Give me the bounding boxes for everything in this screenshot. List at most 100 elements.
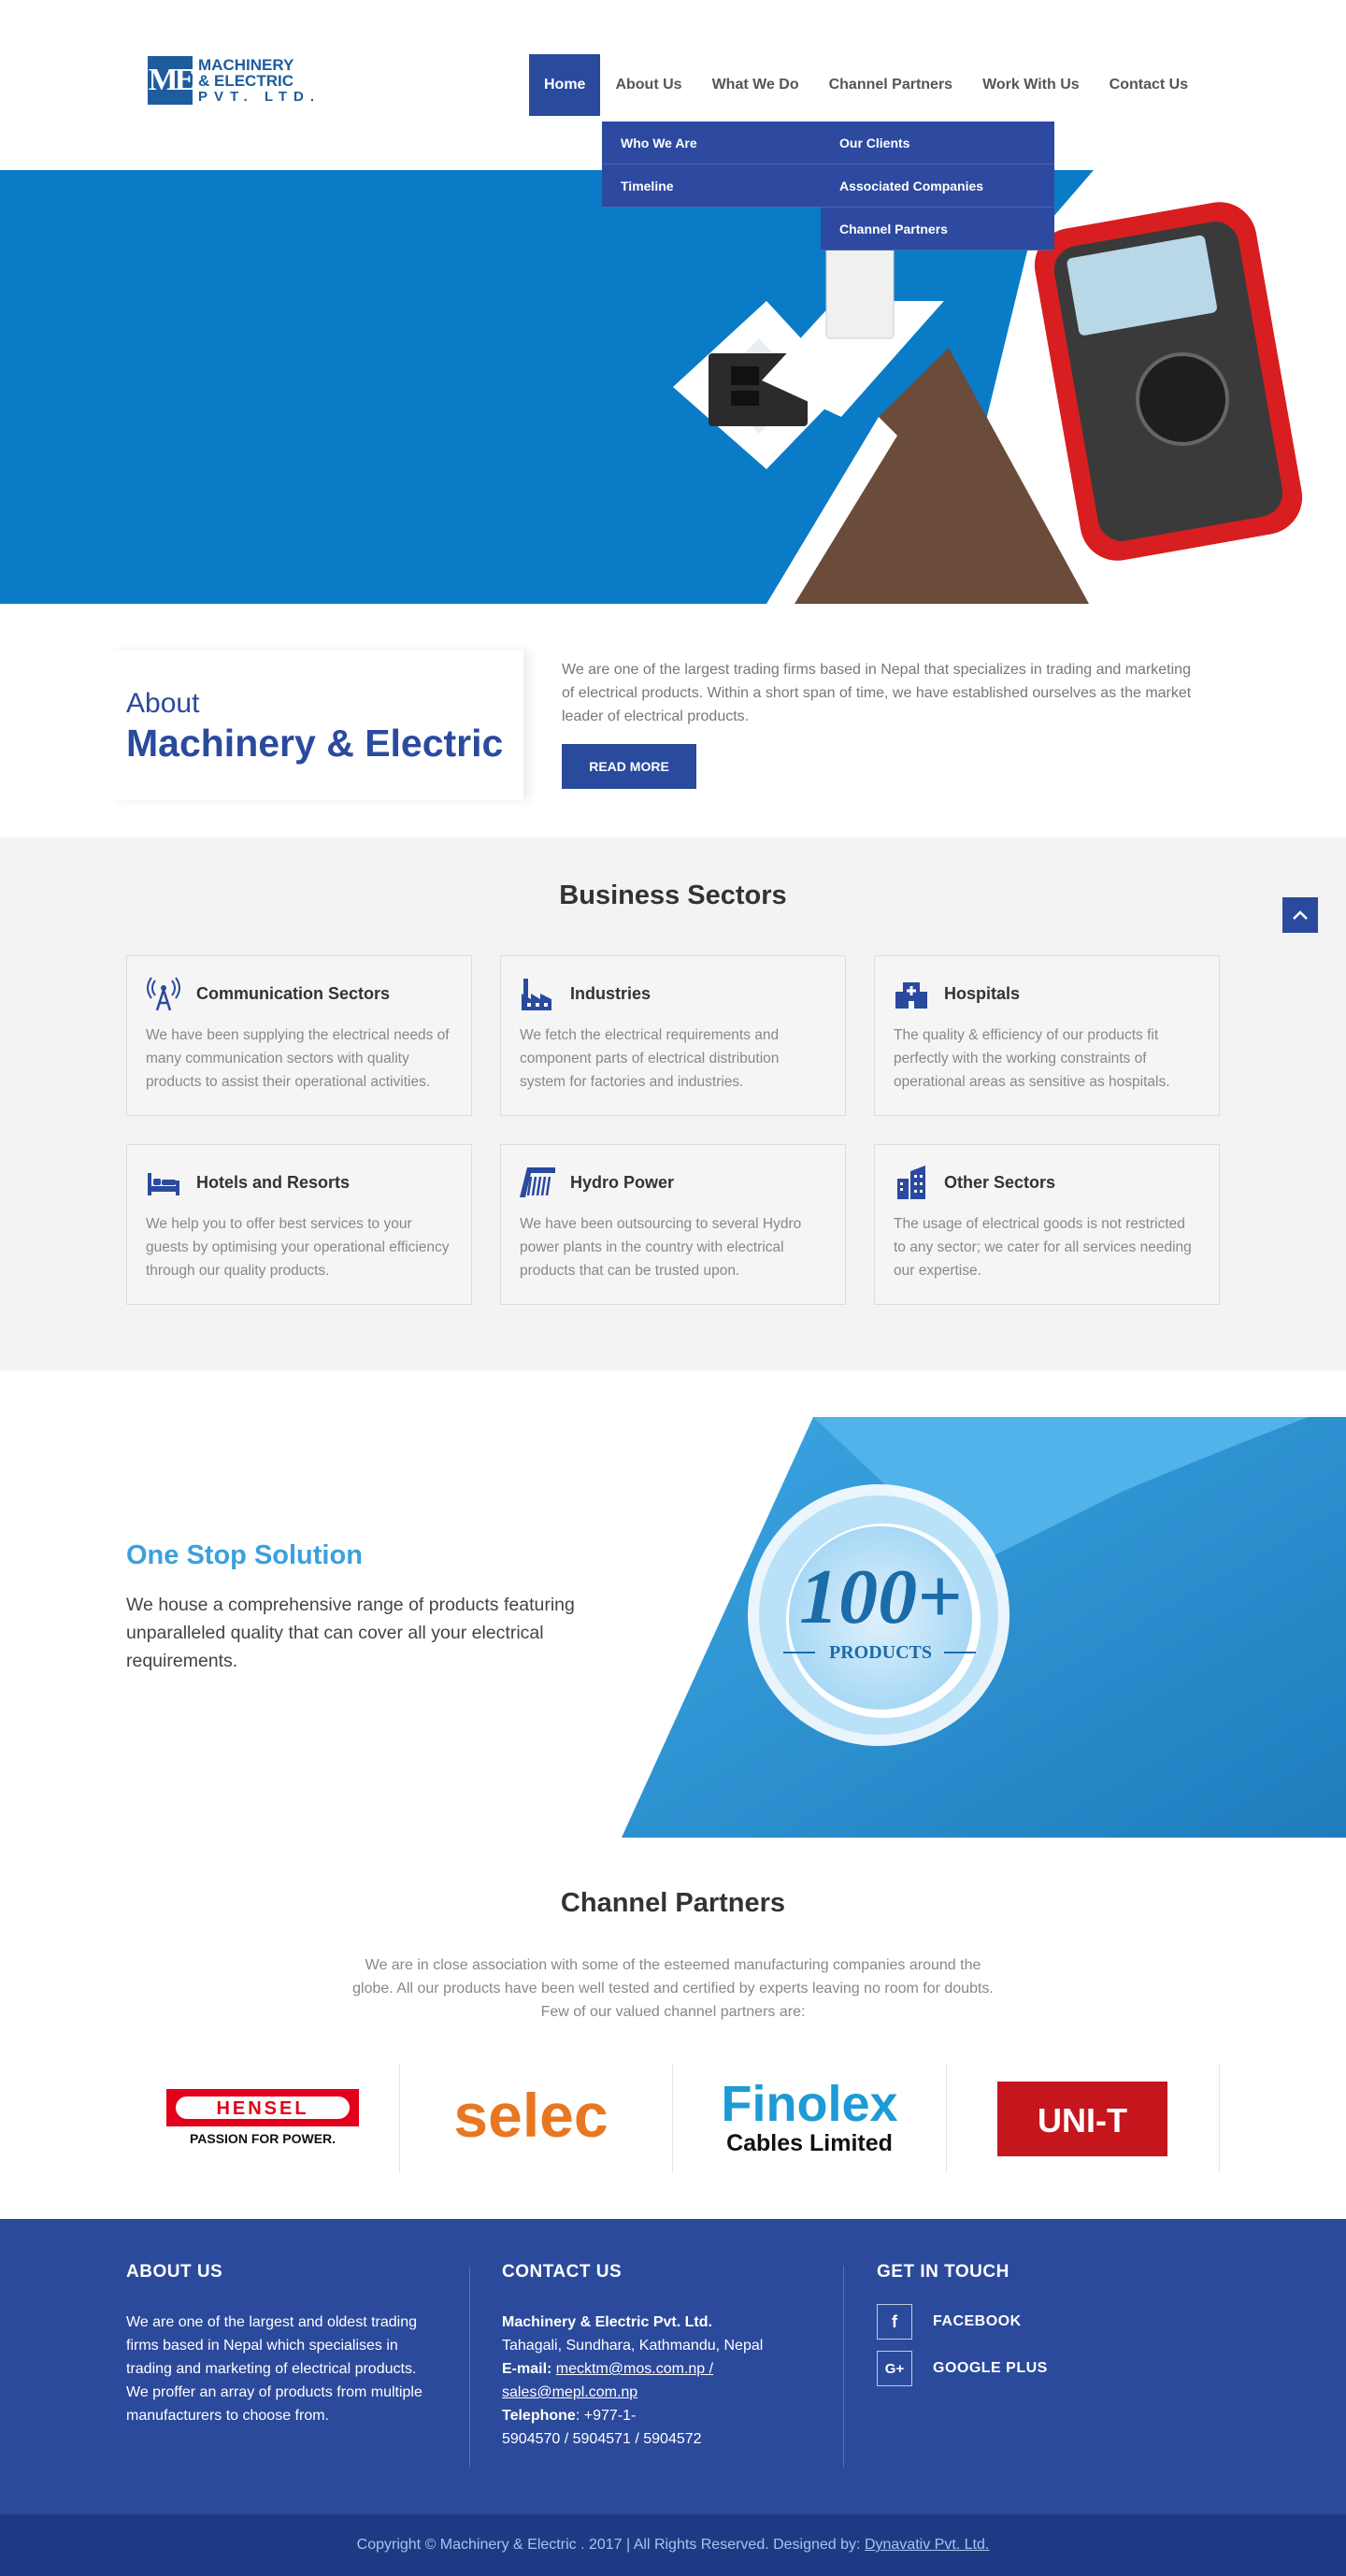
partner-logos: HENSEL PASSION FOR POWER. selec Finolex …	[126, 2064, 1220, 2172]
hero-banner	[0, 170, 1346, 604]
multimeter-dial	[1136, 352, 1229, 446]
sector-title: Industries	[570, 983, 652, 1003]
sector-title: Other Sectors	[944, 1172, 1056, 1192]
building-icon	[897, 1166, 925, 1199]
logo-line-3: PVT. LTD.	[198, 88, 322, 105]
email-link-2[interactable]: sales@mepl.com.np	[502, 2381, 801, 2404]
facebook-label: FACEBOOK	[933, 2313, 1022, 2329]
svg-text:PASSION FOR POWER.: PASSION FOR POWER.	[190, 2131, 336, 2146]
dam-icon	[520, 1167, 555, 1197]
factory-icon	[522, 979, 551, 1010]
sector-text: We have been supplying the electrical ne…	[146, 1027, 450, 1090]
google-plus-icon: G+	[877, 2351, 912, 2386]
business-sectors-section: Business Sectors Communication Sectors W…	[0, 837, 1346, 1370]
logo-text: MACHINERY & ELECTRIC PVT. LTD.	[198, 57, 321, 105]
phone-prefix: : +977-1-	[575, 2408, 637, 2424]
selec-logo: selec	[454, 2081, 609, 2150]
svg-text:Cables Limited: Cables Limited	[726, 2130, 893, 2156]
partners-title: Channel Partners	[560, 1888, 786, 1918]
sector-card-hotels[interactable]: Hotels and Resorts We help you to offer …	[126, 1144, 472, 1305]
main-nav: Home About Us What We Do Channel Partner…	[529, 54, 1203, 116]
email-label: E-mail:	[502, 2361, 552, 2377]
site-logo[interactable]: ME MACHINERY & ELECTRIC PVT. LTD.	[148, 56, 321, 105]
copyright-bar: Copyright © Machinery & Electric . 2017 …	[0, 2514, 1346, 2576]
channel-dropdown: Our Clients Associated Companies Channel…	[821, 122, 1054, 250]
chevron-up-icon	[1293, 910, 1308, 920]
nav-home[interactable]: Home	[529, 54, 601, 116]
menu-item-our-clients[interactable]: Our Clients	[821, 122, 1054, 165]
unit-logo: UNI-T	[997, 2082, 1168, 2156]
menu-item-channel-partners[interactable]: Channel Partners	[821, 208, 1054, 250]
sector-text: The quality & efficiency of our products…	[894, 1027, 1170, 1090]
nav-contact-us[interactable]: Contact Us	[1095, 54, 1203, 116]
sector-text: We have been outsourcing to several Hydr…	[520, 1216, 802, 1279]
facebook-link[interactable]: f FACEBOOK	[877, 2303, 1176, 2340]
sector-title: Hotels and Resorts	[196, 1172, 351, 1192]
phone-label: Telephone	[502, 2408, 576, 2424]
google-plus-link[interactable]: G+ GOOGLE PLUS	[877, 2350, 1176, 2387]
circuit-breaker-image	[825, 246, 895, 339]
svg-text:selec: selec	[454, 2081, 609, 2150]
controller-display-red	[731, 366, 759, 385]
footer-about: ABOUT US We are one of the largest and o…	[126, 2262, 435, 2427]
svg-text:HENSEL: HENSEL	[216, 2098, 308, 2119]
partner-logo-hensel[interactable]: HENSEL PASSION FOR POWER.	[126, 2064, 400, 2172]
about-text: We are one of the largest trading firms …	[562, 662, 1192, 724]
hensel-logo: HENSEL PASSION FOR POWER.	[165, 2089, 359, 2146]
about-kicker: About	[126, 688, 200, 719]
nav-work-with-us[interactable]: Work With Us	[967, 54, 1095, 116]
google-plus-label: GOOGLE PLUS	[933, 2360, 1048, 2376]
sector-title: Hospitals	[944, 983, 1021, 1003]
controller-display-green	[731, 391, 759, 406]
nav-about-us[interactable]: About Us	[600, 54, 696, 116]
sector-text: We help you to offer best services to yo…	[146, 1216, 450, 1279]
nav-channel-partners[interactable]: Channel Partners	[814, 54, 967, 116]
badge-label: PRODUCTS	[829, 1642, 932, 1663]
footer-contact-details: Machinery & Electric Pvt. Ltd. Tahagali,…	[502, 2311, 801, 2451]
read-more-button[interactable]: READ MORE	[562, 744, 696, 789]
menu-item-timeline[interactable]: Timeline	[602, 165, 838, 208]
svg-text:UNI-T: UNI-T	[1038, 2101, 1127, 2140]
menu-item-associated-companies[interactable]: Associated Companies	[821, 165, 1054, 208]
site-footer: ABOUT US We are one of the largest and o…	[0, 2219, 1346, 2514]
footer-contact: CONTACT US Machinery & Electric Pvt. Ltd…	[502, 2262, 801, 2451]
footer-divider	[843, 2266, 844, 2468]
site-header: ME MACHINERY & ELECTRIC PVT. LTD. Home A…	[0, 0, 1346, 250]
finolex-logo: Finolex Cables Limited	[721, 2076, 897, 2156]
menu-item-who-we-are[interactable]: Who We Are	[602, 122, 838, 165]
about-dropdown: Who We Are Timeline	[602, 122, 838, 208]
footer-divider	[469, 2266, 470, 2468]
sectors-title: Business Sectors	[559, 880, 787, 910]
nav-what-we-do[interactable]: What We Do	[697, 54, 814, 116]
sector-text: We fetch the electrical requirements and…	[520, 1027, 780, 1090]
scroll-to-top-button[interactable]	[1282, 897, 1318, 933]
partner-logo-finolex[interactable]: Finolex Cables Limited	[673, 2064, 947, 2172]
footer-about-title: ABOUT US	[126, 2262, 223, 2282]
company-name: Machinery & Electric Pvt. Ltd.	[502, 2314, 712, 2330]
sector-title: Communication Sectors	[196, 983, 391, 1003]
antenna-icon	[147, 977, 180, 1010]
about-heading-box: About Machinery & Electric	[112, 651, 523, 800]
sector-card-communication[interactable]: Communication Sectors We have been suppl…	[126, 955, 472, 1116]
logo-line-1: MACHINERY	[198, 55, 294, 74]
company-address: Tahagali, Sundhara, Kathmandu, Nepal	[502, 2338, 764, 2354]
sector-card-hospitals[interactable]: Hospitals The quality & efficiency of ou…	[874, 955, 1220, 1116]
logo-mark: ME	[148, 56, 195, 105]
hospital-icon	[895, 982, 927, 1009]
email-link-1[interactable]: mecktm@mos.com.np /	[556, 2361, 713, 2377]
one-stop-section: 100+ PRODUCTS One Stop Solution We house…	[0, 1370, 1346, 1839]
sector-title: Hydro Power	[570, 1172, 675, 1192]
phone-numbers: 5904570 / 5904571 / 5904572	[502, 2431, 702, 2447]
sector-card-other[interactable]: Other Sectors The usage of electrical go…	[874, 1144, 1220, 1305]
footer-touch-title: GET IN TOUCH	[877, 2262, 1010, 2282]
svg-text:Finolex: Finolex	[721, 2076, 897, 2132]
partner-logo-selec[interactable]: selec	[400, 2064, 673, 2172]
sector-card-industries[interactable]: Industries We fetch the electrical requi…	[500, 955, 846, 1116]
designer-link[interactable]: Dynavativ Pvt. Ltd.	[865, 2537, 989, 2554]
partner-logo-unit[interactable]: UNI-T	[947, 2064, 1220, 2172]
about-section: About Machinery & Electric We are one of…	[0, 604, 1346, 837]
sector-card-hydro[interactable]: Hydro Power We have been outsourcing to …	[500, 1144, 846, 1305]
logo-line-2: & ELECTRIC	[198, 71, 294, 90]
about-title: Machinery & Electric	[126, 722, 504, 765]
footer-social: GET IN TOUCH f FACEBOOK G+ GOOGLE PLUS	[877, 2262, 1176, 2387]
